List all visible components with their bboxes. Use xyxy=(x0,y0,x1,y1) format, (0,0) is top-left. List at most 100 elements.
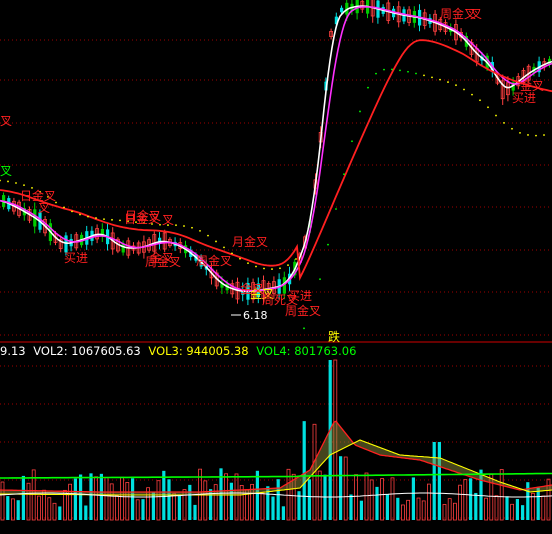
trend-dot xyxy=(239,257,241,260)
volume-bar xyxy=(271,496,275,520)
trend-dot xyxy=(223,246,225,249)
trend-dot xyxy=(271,268,273,270)
trend-dot xyxy=(279,267,281,270)
trend-dot xyxy=(327,243,329,246)
volume-bar xyxy=(421,500,426,521)
volume-bar xyxy=(109,483,114,521)
volume-bar xyxy=(125,482,130,521)
trend-dot xyxy=(487,106,489,109)
trend-dot xyxy=(455,84,457,87)
signal-label: 叉 xyxy=(162,213,174,227)
volume-bar xyxy=(359,500,363,520)
volume-bar xyxy=(94,476,98,521)
vol1-value: 9.13 xyxy=(0,344,26,358)
volume-bar xyxy=(494,495,499,521)
volume-bar xyxy=(141,499,145,520)
volume-bar xyxy=(224,473,229,521)
volume-bar xyxy=(120,476,124,521)
volume-bar xyxy=(317,470,322,521)
volume-bar xyxy=(416,497,421,521)
trend-dot xyxy=(319,278,321,281)
volume-bar xyxy=(400,504,405,521)
volume-bar xyxy=(6,496,10,520)
volume-bar xyxy=(151,491,155,520)
volume-bar xyxy=(135,499,140,521)
trend-dot xyxy=(359,110,361,113)
trend-dot xyxy=(183,225,185,227)
trend-dot xyxy=(367,86,369,89)
volume-bar xyxy=(99,473,103,520)
signal-label: 月金叉 xyxy=(232,234,268,249)
signal-label: 买进 xyxy=(288,289,312,303)
candle-body xyxy=(340,7,344,13)
trend-dot xyxy=(335,208,337,210)
trend-dot xyxy=(191,226,193,229)
volume-bar xyxy=(172,493,177,521)
volume-bar xyxy=(536,487,540,520)
volume-bar xyxy=(302,421,306,520)
volume-bar xyxy=(541,495,546,521)
volume-bar xyxy=(58,506,62,520)
volume-bar xyxy=(526,482,530,520)
volume-bar xyxy=(499,469,504,521)
volume-bar xyxy=(339,456,343,520)
cursor-direction-label: 跌 xyxy=(328,330,341,344)
volume-bar xyxy=(364,472,369,521)
volume-bar xyxy=(354,474,359,521)
volume-bar xyxy=(469,478,473,520)
trend-dot xyxy=(511,127,513,130)
trend-dot xyxy=(375,72,377,75)
trend-dot xyxy=(295,258,297,260)
trend-dot xyxy=(399,69,401,72)
volume-bar xyxy=(115,495,119,521)
trend-dot xyxy=(519,131,521,134)
volume-bar xyxy=(276,479,280,520)
volume-bar xyxy=(406,499,411,521)
trend-dot xyxy=(303,327,305,330)
volume-bar xyxy=(21,475,25,520)
trend-dot xyxy=(95,217,97,219)
trend-dot xyxy=(391,68,393,71)
trend-dot xyxy=(175,224,177,227)
trend-dot xyxy=(119,219,121,222)
trend-dot xyxy=(255,265,257,268)
volume-bar xyxy=(426,483,431,521)
volume-bar xyxy=(177,494,181,520)
trend-dot xyxy=(423,74,425,77)
volume-bar xyxy=(437,442,441,520)
trend-dot xyxy=(431,76,433,79)
trend-dot xyxy=(415,72,417,75)
volume-bar xyxy=(343,456,348,521)
volume-bar xyxy=(396,497,400,520)
volume-bar xyxy=(26,482,31,521)
signal-label: 叉 xyxy=(38,201,50,215)
volume-bar xyxy=(234,473,239,521)
volume-bar xyxy=(281,506,285,520)
trend-dot xyxy=(463,88,465,91)
trend-dot xyxy=(87,215,89,218)
volume-bar xyxy=(37,495,41,521)
trend-dot xyxy=(535,134,537,137)
volume-bar xyxy=(432,442,436,520)
trend-dot xyxy=(479,99,481,102)
signal-label: 买进 xyxy=(512,91,536,105)
volume-bar xyxy=(411,477,415,520)
volume-bar xyxy=(213,484,218,521)
volume-bar xyxy=(203,480,208,521)
volume-bar xyxy=(307,479,311,520)
trend-dot xyxy=(543,134,545,136)
trend-dot xyxy=(103,218,105,221)
stock-chart[interactable]: 叉叉日金叉叉买进日金叉金叉周金叉月金叉叉周金叉金叉周死叉买进周金叉金叉日金叉周金… xyxy=(0,0,552,534)
trend-dot xyxy=(247,262,249,265)
volume-bar xyxy=(188,484,192,520)
vol3-value: VOL3: 944005.38 xyxy=(148,344,249,358)
volume-bar xyxy=(156,480,161,521)
volume-bar xyxy=(447,498,452,521)
trend-dot xyxy=(527,134,529,136)
trend-dot xyxy=(71,210,73,213)
trend-dot xyxy=(495,114,497,117)
low-price-marker: 6.18 xyxy=(243,309,268,322)
volume-bar xyxy=(452,502,457,521)
signal-label: 金叉 xyxy=(240,281,264,296)
volume-bar xyxy=(458,484,463,521)
